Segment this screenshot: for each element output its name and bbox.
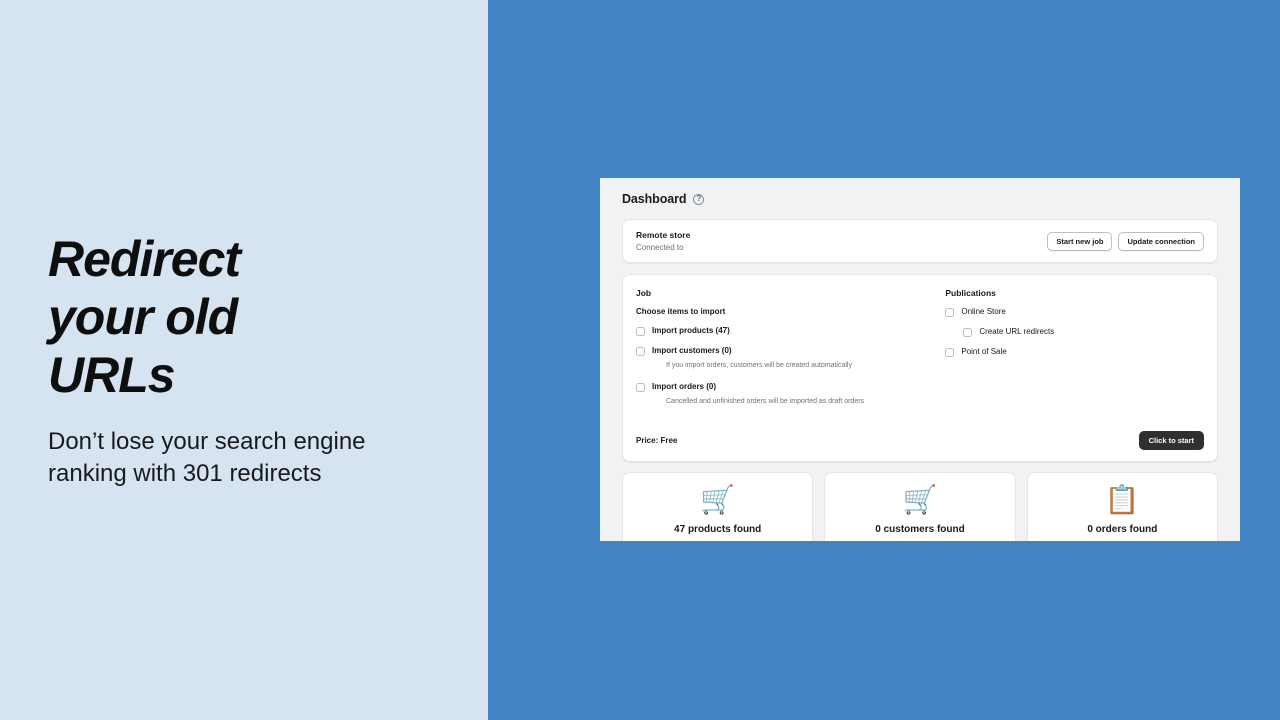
job-column: Job Choose items to import Import produc… [636, 288, 931, 418]
remote-store-title: Remote store [636, 230, 691, 240]
promo-panel: Redirect your old URLs Don’t lose your s… [0, 0, 488, 720]
shopping-person-icon: 🛒 [902, 484, 938, 515]
remote-store-info: Remote store Connected to [636, 230, 690, 252]
label-point-of-sale: Point of Sale [961, 347, 1007, 356]
question-circle-icon[interactable]: ? [693, 193, 705, 205]
publications-column: Publications Online Store Create URL red… [931, 288, 1204, 418]
boxes-clipboard-icon: 📋 [1104, 484, 1140, 515]
checkbox-online-store[interactable] [945, 307, 955, 317]
page-header: Dashboard ? [622, 192, 1218, 206]
checkbox-row-import-orders[interactable]: Import orders (0) [636, 382, 921, 392]
stat-card-orders[interactable]: 📋 0 orders found [1026, 472, 1218, 541]
label-import-customers: Import customers (0) [652, 346, 732, 355]
checkbox-import-customers[interactable] [636, 346, 645, 356]
checkbox-row-import-products[interactable]: Import products (47) [636, 326, 921, 336]
checkbox-point-of-sale[interactable] [945, 347, 955, 357]
slide-canvas: Redirect your old URLs Don’t lose your s… [0, 0, 1280, 720]
job-footer: Price: Free Click to start [636, 422, 1204, 461]
remote-store-actions: Start new job Update connection [1047, 231, 1204, 251]
stats-row: 🛒 47 products found 🛒 0 customers found … [622, 472, 1218, 541]
checkbox-import-orders[interactable] [636, 382, 645, 392]
remote-store-subtitle: Connected to [636, 243, 684, 252]
stat-label-products: 47 products found [674, 524, 762, 535]
app-content: Dashboard ? Remote store Connected to St… [600, 178, 1240, 541]
job-card: Job Choose items to import Import produc… [622, 274, 1218, 462]
promo-subtext: Don’t lose your search engine ranking wi… [48, 428, 366, 487]
app-screenshot: Dashboard ? Remote store Connected to St… [600, 178, 1240, 541]
helper-import-customers: If you import orders, customers will be … [666, 362, 852, 369]
checkbox-import-products[interactable] [636, 326, 645, 336]
stat-label-customers: 0 customers found [875, 524, 965, 535]
stat-label-orders: 0 orders found [1087, 524, 1158, 535]
helper-import-orders: Cancelled and unfinished orders will be … [666, 398, 865, 405]
label-import-orders: Import orders (0) [652, 382, 717, 391]
checkbox-create-url-redirects[interactable] [963, 327, 973, 337]
shopping-cart-boxes-icon: 🛒 [700, 484, 736, 515]
label-create-url-redirects: Create URL redirects [979, 327, 1055, 336]
page-title: Dashboard [622, 192, 687, 206]
promo-headline: Redirect your old URLs [48, 231, 241, 403]
remote-store-card: Remote store Connected to Start new job … [622, 219, 1218, 263]
click-to-start-button[interactable]: Click to start [1138, 431, 1204, 450]
stat-card-customers[interactable]: 🛒 0 customers found [824, 472, 1016, 541]
checkbox-row-create-url-redirects[interactable]: Create URL redirects [963, 327, 1204, 337]
label-import-products: Import products (47) [652, 326, 730, 335]
job-subheading: Choose items to import [636, 307, 726, 316]
stat-card-products[interactable]: 🛒 47 products found [622, 472, 814, 541]
job-heading: Job [636, 288, 652, 298]
checkbox-row-online-store[interactable]: Online Store [945, 307, 1204, 317]
price-label: Price: Free [636, 436, 678, 445]
checkbox-row-point-of-sale[interactable]: Point of Sale [945, 347, 1204, 357]
checkbox-row-import-customers[interactable]: Import customers (0) [636, 346, 921, 356]
publications-heading: Publications [945, 288, 996, 298]
start-new-job-button[interactable]: Start new job [1047, 231, 1113, 251]
update-connection-button[interactable]: Update connection [1118, 231, 1204, 251]
label-online-store: Online Store [961, 307, 1006, 316]
job-columns: Job Choose items to import Import produc… [636, 288, 1204, 418]
